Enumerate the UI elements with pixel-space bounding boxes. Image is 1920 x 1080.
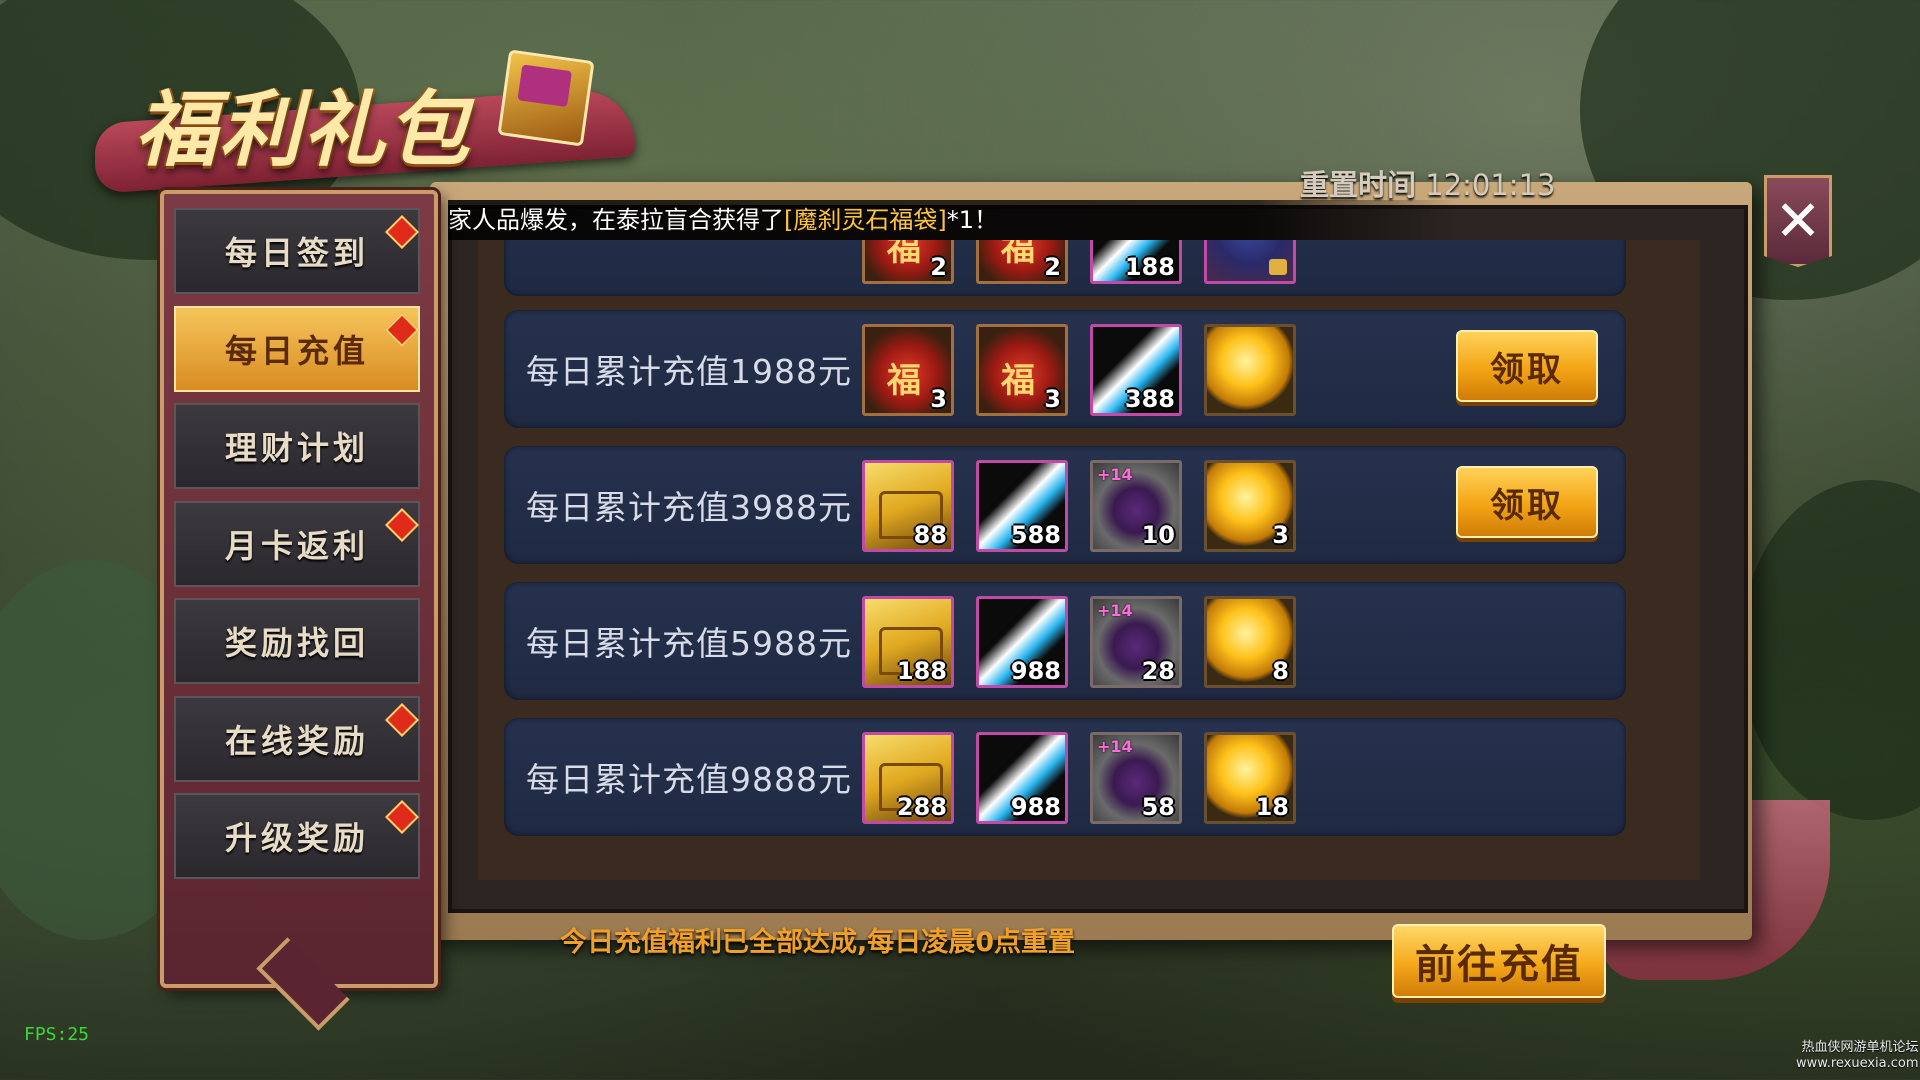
gold-coin-icon[interactable]: 18	[1204, 732, 1296, 824]
reward-row: 每日累计充值1988元 3 3 388 领取	[504, 310, 1626, 428]
item-quantity: 10	[1141, 521, 1175, 549]
marquee-prefix: 家人品爆发，在泰拉盲合获得了	[448, 206, 784, 234]
gift-chest-icon	[497, 49, 595, 147]
enhance-level: +14	[1097, 737, 1133, 756]
item-quantity: 388	[1124, 385, 1175, 413]
treasure-chest-icon[interactable]: 88	[862, 460, 954, 552]
reset-label: 重置时间	[1300, 168, 1417, 202]
watermark: 热血侠网游单机论坛 www.rexuexia.com	[1796, 1040, 1919, 1072]
sidebar-item-label: 在线奖励	[224, 721, 369, 760]
status-text: 今日充值福利已全部达成,每日凌晨0点重置	[560, 927, 1076, 958]
item-quantity: 3	[1044, 385, 1061, 413]
sidebar-item-monthly-card-rebate[interactable]: 月卡返利	[174, 500, 420, 587]
sidebar: 每日签到每日充值理财计划月卡返利奖励找回在线奖励升级奖励	[160, 190, 438, 1031]
enhance-scroll-icon[interactable]: +14 28	[1090, 596, 1182, 688]
reward-row: 每日累计充值3988元 88 588 +14 10 3 领取	[504, 446, 1626, 564]
lucky-bag-icon[interactable]: 2	[976, 240, 1068, 284]
reward-row: 2 2 188	[504, 240, 1626, 296]
item-quantity: 988	[1010, 793, 1061, 821]
sidebar-item-label: 理财计划	[224, 429, 369, 467]
reward-row: 每日累计充值5988元 188 988 +14 28 8	[504, 582, 1626, 700]
gold-coin-icon[interactable]	[1204, 324, 1296, 416]
blade-slash-icon[interactable]: 588	[976, 460, 1068, 552]
item-quantity: 2	[1044, 253, 1061, 281]
sidebar-item-label: 每日签到	[224, 234, 369, 272]
locked-orb-icon[interactable]	[1204, 240, 1296, 284]
enhance-scroll-icon[interactable]: +14 58	[1090, 732, 1182, 824]
title-banner: 福利礼包	[95, 49, 635, 195]
page-title: 福利礼包	[135, 82, 471, 178]
item-quantity: 88	[913, 521, 947, 549]
reward-row: 每日累计充值9888元 288 988 +14 58 18	[504, 718, 1626, 836]
item-quantity: 58	[1141, 793, 1175, 821]
broadcast-marquee: 家人品爆发，在泰拉盲合获得了[魔刹灵石福袋]*1！	[448, 200, 1458, 240]
item-quantity: 188	[896, 657, 947, 685]
marquee-item: [魔刹灵石福袋]	[784, 206, 947, 234]
notification-badge	[385, 702, 419, 737]
item-quantity: 2	[930, 253, 947, 281]
blade-slash-icon[interactable]: 988	[976, 732, 1068, 824]
treasure-chest-icon[interactable]: 288	[862, 732, 954, 824]
marquee-text: 家人品爆发，在泰拉盲合获得了[魔刹灵石福袋]*1！	[448, 200, 998, 240]
close-button[interactable]: ✕	[1764, 175, 1832, 267]
sidebar-item-label: 月卡返利	[224, 526, 369, 565]
blade-slash-icon[interactable]: 388	[1090, 324, 1182, 416]
sidebar-item-online-reward[interactable]: 在线奖励	[174, 695, 420, 782]
enhance-level: +14	[1097, 601, 1133, 620]
background-foliage	[1740, 480, 1920, 820]
watermark-line2: www.rexuexia.com	[1796, 1056, 1919, 1071]
reward-tier-label: 每日累计充值9888元	[526, 760, 852, 799]
treasure-chest-icon[interactable]: 188	[862, 596, 954, 688]
notification-badge	[385, 215, 419, 249]
notification-badge	[385, 312, 419, 347]
item-quantity: 3	[930, 385, 947, 413]
item-quantity: 988	[1010, 657, 1061, 685]
reset-time-value: 12:01:13	[1425, 168, 1556, 202]
sidebar-item-levelup-reward[interactable]: 升级奖励	[174, 793, 420, 879]
enhance-level: +14	[1097, 465, 1133, 484]
reward-tier-label: 每日累计充值5988元	[526, 624, 852, 663]
item-quantity: 28	[1141, 657, 1175, 685]
enhance-scroll-icon[interactable]: +14 10	[1090, 460, 1182, 552]
claim-button[interactable]: 领取	[1456, 330, 1598, 402]
lucky-bag-icon[interactable]: 3	[976, 324, 1068, 416]
sidebar-item-finance-plan[interactable]: 理财计划	[174, 403, 420, 489]
reset-timer: 重置时间 12:01:13	[1300, 162, 1555, 204]
sidebar-item-label: 奖励找回	[224, 624, 369, 662]
gold-coin-icon[interactable]: 3	[1204, 460, 1296, 552]
reward-list[interactable]: 22188每日累计充值1988元33388领取每日累计充值3988元88588+…	[478, 240, 1700, 880]
blade-slash-icon[interactable]: 988	[976, 596, 1068, 688]
sidebar-item-daily-signin[interactable]: 每日签到	[174, 208, 420, 294]
sidebar-item-daily-recharge[interactable]: 每日充值	[174, 305, 420, 392]
lucky-bag-icon[interactable]: 2	[862, 240, 954, 284]
blade-slash-icon[interactable]: 188	[1090, 240, 1182, 284]
sidebar-item-reward-recovery[interactable]: 奖励找回	[174, 598, 420, 684]
item-quantity: 588	[1010, 521, 1061, 549]
claim-button[interactable]: 领取	[1456, 466, 1598, 538]
watermark-line1: 热血侠网游单机论坛	[1801, 1040, 1919, 1055]
close-icon: ✕	[1774, 188, 1822, 254]
lucky-bag-icon[interactable]: 3	[862, 324, 954, 416]
item-quantity: 18	[1255, 793, 1289, 821]
item-quantity: 288	[896, 793, 947, 821]
sidebar-bottom-ornament	[256, 937, 350, 1031]
gold-coin-icon[interactable]: 8	[1204, 596, 1296, 688]
go-recharge-button[interactable]: 前往充值	[1392, 924, 1606, 998]
item-quantity: 3	[1272, 521, 1289, 549]
sidebar-item-label: 升级奖励	[224, 819, 369, 857]
item-quantity: 8	[1272, 657, 1289, 685]
notification-badge	[385, 800, 419, 834]
sidebar-item-label: 每日充值	[224, 331, 369, 370]
item-quantity: 188	[1124, 253, 1175, 281]
lock-icon	[1269, 259, 1287, 275]
reward-tier-label: 每日累计充值3988元	[526, 488, 852, 527]
marquee-suffix: *1！	[946, 206, 999, 234]
fps-counter: FPS:25	[24, 1024, 90, 1045]
reward-tier-label: 每日累计充值1988元	[526, 352, 852, 391]
notification-badge	[385, 507, 419, 542]
